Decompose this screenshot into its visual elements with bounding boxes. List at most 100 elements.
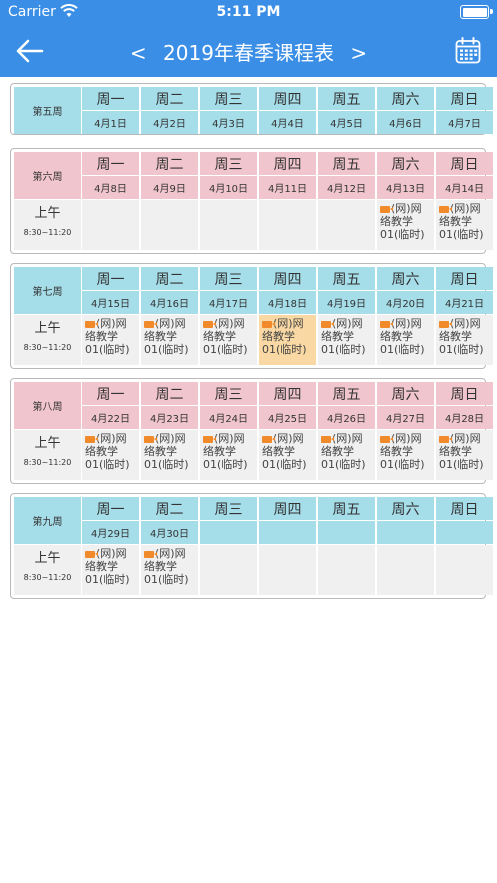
- day-date[interactable]: 4月19日: [318, 291, 375, 314]
- day-header[interactable]: 周五: [318, 267, 375, 290]
- course-slot[interactable]: (网)网 络教学 01(临时): [377, 430, 434, 480]
- empty-slot[interactable]: [200, 200, 257, 250]
- course-slot[interactable]: (网)网 络教学 01(临时): [82, 315, 139, 365]
- day-date[interactable]: 4月30日: [141, 521, 198, 544]
- next-term-arrow[interactable]: >: [340, 39, 377, 67]
- day-date[interactable]: 4月6日: [377, 111, 434, 134]
- day-date[interactable]: 4月29日: [82, 521, 139, 544]
- day-header[interactable]: 周一: [82, 267, 139, 290]
- day-date[interactable]: 4月23日: [141, 406, 198, 429]
- day-header[interactable]: 周一: [82, 497, 139, 520]
- day-header[interactable]: 周日: [436, 267, 493, 290]
- course-slot[interactable]: (网)网 络教学 01(临时): [200, 430, 257, 480]
- day-header[interactable]: 周三: [200, 497, 257, 520]
- day-header[interactable]: 周日: [436, 87, 493, 110]
- calendar-icon[interactable]: [455, 37, 481, 64]
- day-date[interactable]: 4月28日: [436, 406, 493, 429]
- day-date[interactable]: 4月10日: [200, 176, 257, 199]
- day-header[interactable]: 周四: [259, 152, 316, 175]
- day-date[interactable]: 4月20日: [377, 291, 434, 314]
- day-header[interactable]: 周一: [82, 382, 139, 405]
- day-date[interactable]: 4月4日: [259, 111, 316, 134]
- course-slot[interactable]: (网)网 络教学 01(临时): [141, 430, 198, 480]
- course-slot[interactable]: (网)网 络教学 01(临时): [377, 315, 434, 365]
- day-header[interactable]: 周六: [377, 382, 434, 405]
- course-slot[interactable]: (网)网 络教学 01(临时): [82, 430, 139, 480]
- day-header[interactable]: 周一: [82, 87, 139, 110]
- empty-slot[interactable]: [200, 545, 257, 595]
- day-date[interactable]: 4月24日: [200, 406, 257, 429]
- day-header[interactable]: 周四: [259, 267, 316, 290]
- day-date[interactable]: 4月26日: [318, 406, 375, 429]
- day-date[interactable]: 4月21日: [436, 291, 493, 314]
- day-date[interactable]: [318, 521, 375, 544]
- day-date[interactable]: 4月7日: [436, 111, 493, 134]
- day-header[interactable]: 周六: [377, 497, 434, 520]
- day-header[interactable]: 周日: [436, 152, 493, 175]
- empty-slot[interactable]: [318, 200, 375, 250]
- day-header[interactable]: 周五: [318, 497, 375, 520]
- day-date[interactable]: 4月16日: [141, 291, 198, 314]
- course-slot[interactable]: (网)网 络教学 01(临时): [259, 430, 316, 480]
- day-header[interactable]: 周四: [259, 382, 316, 405]
- day-date[interactable]: 4月12日: [318, 176, 375, 199]
- day-date[interactable]: [200, 521, 257, 544]
- day-date[interactable]: 4月25日: [259, 406, 316, 429]
- day-header[interactable]: 周三: [200, 382, 257, 405]
- day-date[interactable]: 4月3日: [200, 111, 257, 134]
- empty-slot[interactable]: [436, 545, 493, 595]
- course-slot[interactable]: (网)网 络教学 01(临时): [141, 545, 198, 595]
- day-header[interactable]: 周五: [318, 152, 375, 175]
- day-date[interactable]: 4月15日: [82, 291, 139, 314]
- day-date[interactable]: 4月14日: [436, 176, 493, 199]
- day-header[interactable]: 周日: [436, 497, 493, 520]
- empty-slot[interactable]: [318, 545, 375, 595]
- course-slot[interactable]: (网)网 络教学 01(临时): [318, 315, 375, 365]
- day-date[interactable]: 4月11日: [259, 176, 316, 199]
- course-slot[interactable]: (网)网 络教学 01(临时): [318, 430, 375, 480]
- empty-slot[interactable]: [141, 200, 198, 250]
- course-slot[interactable]: (网)网 络教学 01(临时): [436, 430, 493, 480]
- day-header[interactable]: 周二: [141, 267, 198, 290]
- day-date[interactable]: 4月22日: [82, 406, 139, 429]
- day-header[interactable]: 周二: [141, 87, 198, 110]
- day-header[interactable]: 周三: [200, 267, 257, 290]
- day-date[interactable]: 4月2日: [141, 111, 198, 134]
- day-header[interactable]: 周五: [318, 87, 375, 110]
- day-header[interactable]: 周二: [141, 152, 198, 175]
- day-date[interactable]: 4月13日: [377, 176, 434, 199]
- course-slot[interactable]: (网)网 络教学 01(临时): [82, 545, 139, 595]
- day-header[interactable]: 周三: [200, 152, 257, 175]
- empty-slot[interactable]: [259, 545, 316, 595]
- day-header[interactable]: 周四: [259, 87, 316, 110]
- course-slot[interactable]: (网)网 络教学 01(临时): [377, 200, 434, 250]
- day-date[interactable]: [377, 521, 434, 544]
- day-header[interactable]: 周二: [141, 382, 198, 405]
- day-header[interactable]: 周二: [141, 497, 198, 520]
- course-slot[interactable]: (网)网 络教学 01(临时): [436, 200, 493, 250]
- day-date[interactable]: 4月27日: [377, 406, 434, 429]
- course-slot[interactable]: (网)网 络教学 01(临时): [436, 315, 493, 365]
- day-header[interactable]: 周四: [259, 497, 316, 520]
- course-slot[interactable]: (网)网 络教学 01(临时): [200, 315, 257, 365]
- day-date[interactable]: 4月1日: [82, 111, 139, 134]
- day-date[interactable]: 4月8日: [82, 176, 139, 199]
- empty-slot[interactable]: [259, 200, 316, 250]
- day-header[interactable]: 周三: [200, 87, 257, 110]
- course-slot[interactable]: (网)网 络教学 01(临时): [141, 315, 198, 365]
- day-header[interactable]: 周六: [377, 87, 434, 110]
- day-header[interactable]: 周六: [377, 152, 434, 175]
- day-date[interactable]: [436, 521, 493, 544]
- day-date[interactable]: 4月5日: [318, 111, 375, 134]
- day-date[interactable]: 4月18日: [259, 291, 316, 314]
- day-header[interactable]: 周日: [436, 382, 493, 405]
- day-date[interactable]: [259, 521, 316, 544]
- day-date[interactable]: 4月9日: [141, 176, 198, 199]
- day-header[interactable]: 周五: [318, 382, 375, 405]
- course-slot[interactable]: (网)网 络教学 01(临时): [259, 315, 316, 365]
- day-header[interactable]: 周一: [82, 152, 139, 175]
- day-header[interactable]: 周六: [377, 267, 434, 290]
- day-date[interactable]: 4月17日: [200, 291, 257, 314]
- prev-term-arrow[interactable]: <: [120, 39, 157, 67]
- empty-slot[interactable]: [377, 545, 434, 595]
